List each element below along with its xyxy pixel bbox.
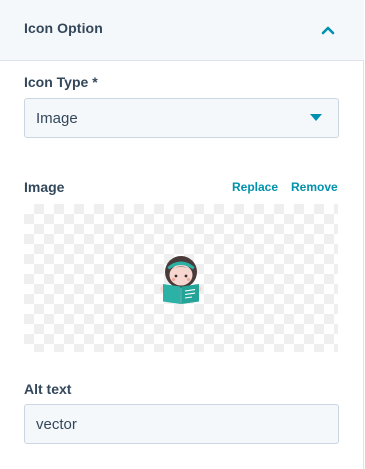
section-title: Icon Option [24, 20, 103, 36]
alt-text-label: Alt text [24, 381, 72, 397]
chevron-up-icon[interactable] [318, 22, 338, 38]
alt-text-input[interactable] [24, 404, 339, 444]
reader-with-book-icon [160, 256, 202, 304]
remove-image-link[interactable]: Remove [291, 180, 338, 194]
icon-type-select[interactable]: Image [24, 98, 339, 138]
caret-down-icon [310, 114, 322, 121]
icon-type-selected-value: Image [36, 110, 78, 127]
icon-option-section-header[interactable]: Icon Option [0, 0, 364, 61]
image-preview [24, 204, 338, 352]
image-label: Image [24, 179, 65, 195]
replace-image-link[interactable]: Replace [232, 180, 278, 194]
icon-type-label: Icon Type * [24, 74, 98, 90]
icon-option-panel: Icon Option Icon Type * Image Image Repl… [0, 0, 364, 469]
